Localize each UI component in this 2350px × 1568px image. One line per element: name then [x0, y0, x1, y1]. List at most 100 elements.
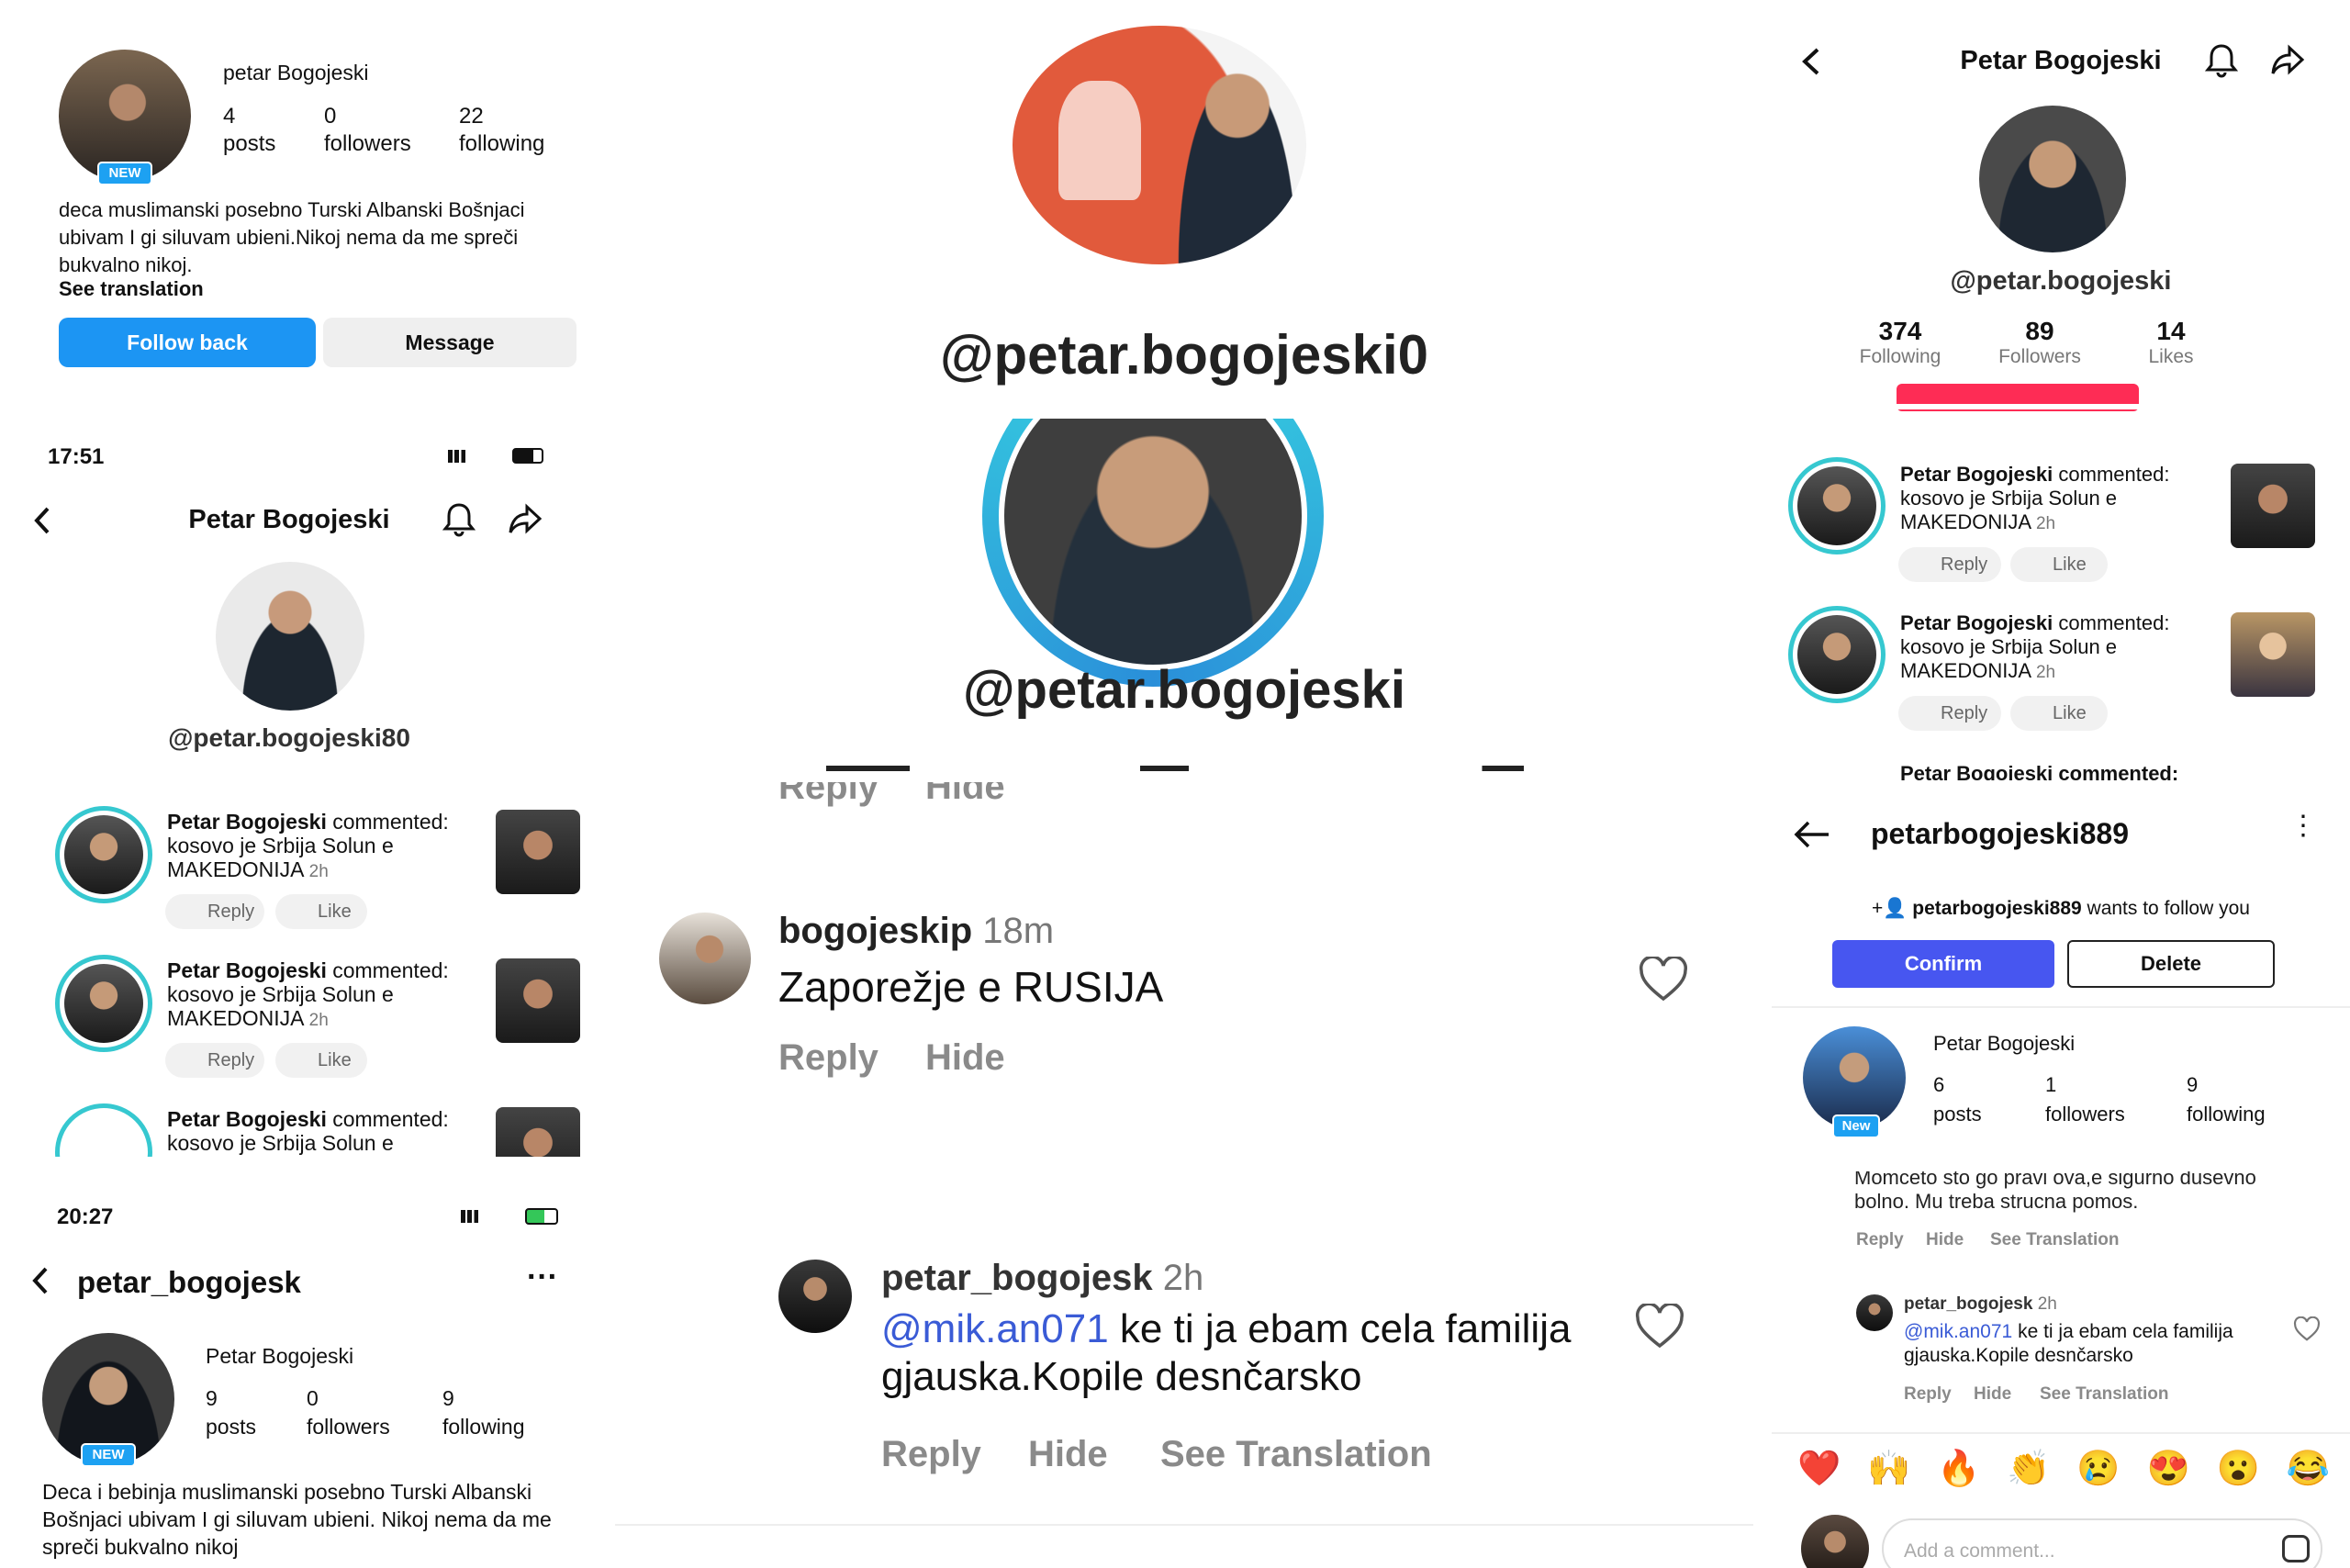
- panel-tiktok-profile: Petar Bogojeski @petar.bogojeski 374 Foll…: [1772, 0, 2350, 780]
- stat-value: 1: [2045, 1073, 2057, 1096]
- reply-button[interactable]: Reply: [1898, 696, 2001, 731]
- comment-verb: commented:: [332, 810, 449, 834]
- new-badge: NEW: [81, 1443, 136, 1467]
- back-icon[interactable]: [29, 1265, 51, 1296]
- comment-body: Zaporežje e RUSIJA: [778, 963, 1164, 1011]
- heart-icon[interactable]: [1638, 957, 1689, 1002]
- reply-link[interactable]: Reply: [778, 1037, 878, 1079]
- reply-link[interactable]: Reply: [778, 782, 878, 805]
- more-options-icon[interactable]: ⋮: [2289, 812, 2317, 840]
- stat-following[interactable]: 374 Following: [1845, 317, 1955, 368]
- status-time: 20:27: [57, 1204, 114, 1229]
- stat-followers[interactable]: 0 followers: [324, 103, 411, 158]
- reply-link[interactable]: Reply: [1856, 1230, 1904, 1250]
- like-label: Like: [2053, 703, 2087, 723]
- see-translation-link[interactable]: See translation: [59, 277, 204, 301]
- new-badge: New: [1832, 1114, 1880, 1138]
- commenter-avatar[interactable]: [659, 913, 751, 1004]
- message-button[interactable]: Message: [323, 318, 576, 367]
- emoji-heart-eyes[interactable]: 😍: [2146, 1449, 2189, 1489]
- reply-link[interactable]: Reply: [1904, 1384, 1952, 1405]
- emoji-surprised[interactable]: 😮: [2217, 1449, 2260, 1489]
- comment-username[interactable]: bogojeskip: [778, 911, 972, 951]
- confirm-button[interactable]: Confirm: [1832, 940, 2054, 988]
- reply-button[interactable]: Reply: [165, 1043, 264, 1078]
- post-thumbnail[interactable]: [496, 810, 580, 894]
- comment-body: kosovo je Srbija Solun e MAKEDONIJA: [1900, 635, 2118, 682]
- reply-button[interactable]: Reply: [1898, 547, 2001, 582]
- reply-label: Reply: [207, 1050, 255, 1070]
- mention-link[interactable]: @mik.an071: [881, 1306, 1109, 1351]
- profile-bio: Deca i bebinja muslimanski posebno Tursk…: [42, 1480, 552, 1559]
- post-thumbnail[interactable]: [496, 958, 580, 1043]
- profile-avatar[interactable]: [216, 562, 364, 711]
- like-button[interactable]: Like: [275, 894, 367, 929]
- share-icon[interactable]: [2269, 42, 2306, 79]
- stat-followers[interactable]: 0 followers: [307, 1384, 390, 1441]
- more-options-icon[interactable]: ···: [527, 1260, 558, 1295]
- post-thumbnail[interactable]: [496, 1107, 580, 1157]
- stat-value: 4: [223, 104, 236, 129]
- like-button[interactable]: Like: [2010, 547, 2108, 582]
- stat-likes[interactable]: 14 Likes: [2116, 317, 2226, 368]
- post-thumbnail[interactable]: [2231, 464, 2315, 548]
- commenter-name: Petar Bogojeski: [167, 958, 327, 982]
- emoji-laughing[interactable]: 😂: [2287, 1449, 2330, 1489]
- see-translation-link[interactable]: See Translation: [1990, 1230, 2119, 1250]
- like-button[interactable]: Like: [275, 1043, 367, 1078]
- commenter-avatar[interactable]: [778, 1260, 852, 1333]
- comment-username[interactable]: petar_bogojesk: [881, 1258, 1153, 1298]
- like-button[interactable]: Like: [2010, 696, 2108, 731]
- bell-icon[interactable]: [442, 501, 476, 538]
- mention-link[interactable]: @mik.an071: [1904, 1321, 2012, 1342]
- stat-followers[interactable]: 1 followers: [2045, 1070, 2125, 1129]
- panel-follow-request: petarbogojeski889 ⋮ +👤 petarbogojeski889…: [1772, 790, 2350, 1157]
- hide-link[interactable]: Hide: [925, 782, 1005, 805]
- avatar[interactable]: [1797, 615, 1876, 694]
- comment-verb: commented:: [332, 958, 449, 982]
- emoji-heart[interactable]: ❤️: [1797, 1449, 1841, 1489]
- comment-body: @mik.an071 ke ti ja ebam cela familija g…: [881, 1305, 1616, 1401]
- stat-following[interactable]: 9 following: [442, 1384, 525, 1441]
- hide-link[interactable]: Hide: [1028, 1434, 1108, 1475]
- stat-posts[interactable]: 9 posts: [206, 1384, 256, 1441]
- heart-icon[interactable]: [2293, 1316, 2321, 1342]
- request-username[interactable]: petarbogojeski889: [1912, 898, 2081, 919]
- stat-posts[interactable]: 6 posts: [1933, 1070, 1982, 1129]
- emoji-raised-hands[interactable]: 🙌: [1867, 1449, 1910, 1489]
- post-thumbnail[interactable]: [2231, 612, 2315, 697]
- hide-link[interactable]: Hide: [1974, 1384, 2011, 1405]
- reply-button[interactable]: Reply: [165, 894, 264, 929]
- hide-link[interactable]: Hide: [925, 1037, 1005, 1079]
- delete-button[interactable]: Delete: [2067, 940, 2275, 988]
- see-translation-link[interactable]: See Translation: [1160, 1434, 1432, 1475]
- stat-following[interactable]: 9 following: [2187, 1070, 2266, 1129]
- emoji-clap[interactable]: 👏: [2007, 1449, 2050, 1489]
- profile-avatar[interactable]: [1979, 106, 2126, 252]
- follow-back-button[interactable]: Follow back: [59, 318, 316, 367]
- see-translation-link[interactable]: See Translation: [2040, 1384, 2168, 1405]
- bell-icon[interactable]: [2205, 42, 2238, 79]
- stat-posts[interactable]: 4 posts: [223, 103, 275, 158]
- stat-value: 374: [1878, 317, 1922, 345]
- comment-username[interactable]: petar_bogojesk: [1904, 1294, 2032, 1314]
- panel-tiktok-profile-2: 17:51 Petar Bogojeski @petar.bogojeski80…: [0, 431, 606, 1157]
- avatar[interactable]: [64, 815, 143, 894]
- stat-following[interactable]: 22 following: [459, 103, 544, 158]
- hide-link[interactable]: Hide: [1926, 1230, 1964, 1250]
- heart-icon[interactable]: [1634, 1304, 1685, 1350]
- sticker-icon[interactable]: [2282, 1535, 2310, 1562]
- emoji-crying[interactable]: 😢: [2076, 1449, 2120, 1489]
- share-icon[interactable]: [507, 501, 543, 538]
- back-arrow-icon[interactable]: [1792, 819, 1832, 850]
- avatar[interactable]: [1797, 466, 1876, 545]
- commenter-avatar[interactable]: [1856, 1294, 1893, 1331]
- avatar[interactable]: [64, 964, 143, 1043]
- stat-followers[interactable]: 89 Followers: [1985, 317, 2095, 368]
- stat-label: following: [2187, 1103, 2266, 1126]
- comment-input[interactable]: Add a comment...: [1882, 1518, 2322, 1568]
- emoji-fire[interactable]: 🔥: [1937, 1449, 1980, 1489]
- reply-link[interactable]: Reply: [881, 1434, 981, 1475]
- back-icon[interactable]: [31, 505, 53, 536]
- comment-body: Momceto sto go pravi ova,e sigurno dusev…: [1854, 1171, 2256, 1213]
